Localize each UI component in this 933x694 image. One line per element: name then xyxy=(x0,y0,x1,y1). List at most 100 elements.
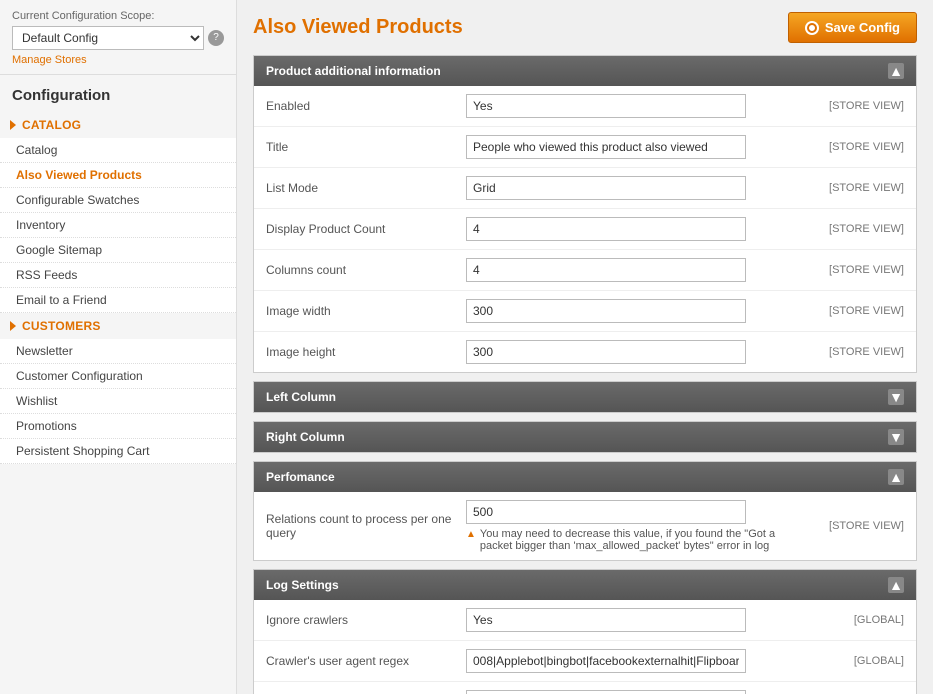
scope-select-wrap: Default Config ? xyxy=(12,26,224,50)
scope-label: Current Configuration Scope: xyxy=(12,10,224,22)
field-scope-product-additional-6: [STORE VIEW] xyxy=(804,346,904,358)
field-scope-product-additional-2: [STORE VIEW] xyxy=(804,182,904,194)
field-input-product-additional-6[interactable] xyxy=(466,340,746,364)
sidebar-item-configurable-swatches[interactable]: Configurable Swatches xyxy=(0,188,236,213)
section-toggle-left-column[interactable]: ▼ xyxy=(888,389,904,405)
field-input-product-additional-3[interactable] xyxy=(466,217,746,241)
section-performance: Perfomance▲Relations count to process pe… xyxy=(253,461,917,561)
table-row: Image height[STORE VIEW] xyxy=(254,332,916,372)
field-input-log-settings-1[interactable] xyxy=(466,649,746,673)
field-input-product-additional-1[interactable] xyxy=(466,135,746,159)
section-title-right-column: Right Column xyxy=(266,430,345,444)
field-label-log-settings-1: Crawler's user agent regex xyxy=(266,654,466,668)
sidebar-item-rss-feeds[interactable]: RSS Feeds xyxy=(0,263,236,288)
save-config-button[interactable]: Save Config xyxy=(788,12,917,43)
field-scope-product-additional-4: [STORE VIEW] xyxy=(804,264,904,276)
table-row: Ignore crawlers [GLOBAL] xyxy=(254,600,916,641)
section-title-log-settings: Log Settings xyxy=(266,578,339,592)
field-input-product-additional-4[interactable] xyxy=(466,258,746,282)
note-text: You may need to decrease this value, if … xyxy=(480,528,804,552)
sidebar-section-label-catalog: CATALOG xyxy=(22,118,81,132)
scope-select[interactable]: Default Config xyxy=(12,26,204,50)
section-body-performance: Relations count to process per one query… xyxy=(254,492,916,560)
field-value-log-settings-1 xyxy=(466,649,804,673)
field-value-product-additional-4 xyxy=(466,258,804,282)
field-label-product-additional-2: List Mode xyxy=(266,181,466,195)
sidebar-item-also-viewed[interactable]: Also Viewed Products xyxy=(0,163,236,188)
field-value-product-additional-1 xyxy=(466,135,804,159)
table-row: Title[STORE VIEW] xyxy=(254,127,916,168)
table-row: List Mode [STORE VIEW] xyxy=(254,168,916,209)
section-left-column: Left Column ▼ xyxy=(253,381,917,413)
section-right-column: Right Column ▼ xyxy=(253,421,917,453)
field-scope-product-additional-3: [STORE VIEW] xyxy=(804,223,904,235)
section-toggle-right-column[interactable]: ▼ xyxy=(888,429,904,445)
field-note-performance-0: ▲You may need to decrease this value, if… xyxy=(466,528,804,552)
sidebar-section-label-customers: CUSTOMERS xyxy=(22,319,101,333)
field-input-product-additional-0[interactable] xyxy=(466,94,746,118)
sidebar-item-email-friend[interactable]: Email to a Friend xyxy=(0,288,236,313)
table-row: Enabled[STORE VIEW] xyxy=(254,86,916,127)
field-scope-performance-0: [STORE VIEW] xyxy=(804,520,904,532)
table-row: Display Product Count [STORE VIEW] xyxy=(254,209,916,250)
main-header: Also Viewed Products Save Config xyxy=(237,0,933,55)
section-header-product-additional[interactable]: Product additional information ▲ xyxy=(254,56,916,86)
main-sections: Product additional information▲Enabled[S… xyxy=(237,55,933,694)
sidebar-item-newsletter[interactable]: Newsletter xyxy=(0,339,236,364)
field-label-product-additional-4: Columns count xyxy=(266,263,466,277)
field-value-product-additional-3 xyxy=(466,217,804,241)
field-label-product-additional-3: Display Product Count xyxy=(266,222,466,236)
main-content: Also Viewed Products Save Config Product… xyxy=(237,0,933,694)
scope-help-icon[interactable]: ? xyxy=(208,30,224,46)
field-input-product-additional-5[interactable] xyxy=(466,299,746,323)
field-scope-product-additional-5: [STORE VIEW] xyxy=(804,305,904,317)
section-toggle-product-additional[interactable]: ▲ xyxy=(888,63,904,79)
field-label-product-additional-0: Enabled xyxy=(266,99,466,113)
section-header-left-column[interactable]: Left Column ▼ xyxy=(254,382,916,412)
table-row: Crawler's user agent regex [GLOBAL] xyxy=(254,641,916,682)
sidebar-section-customers[interactable]: CUSTOMERS xyxy=(0,313,236,339)
sidebar-arrow-catalog xyxy=(10,120,16,130)
section-body-product-additional: Enabled[STORE VIEW]Title[STORE VIEW]List… xyxy=(254,86,916,372)
field-value-product-additional-0 xyxy=(466,94,804,118)
sidebar-arrow-customers xyxy=(10,321,16,331)
field-input-log-settings-2[interactable] xyxy=(466,690,746,694)
field-value-product-additional-6 xyxy=(466,340,804,364)
section-toggle-log-settings[interactable]: ▲ xyxy=(888,577,904,593)
section-header-performance[interactable]: Perfomance▲ xyxy=(254,462,916,492)
sidebar: Current Configuration Scope: Default Con… xyxy=(0,0,237,694)
field-label-product-additional-5: Image width xyxy=(266,304,466,318)
field-value-log-settings-0 xyxy=(466,608,804,632)
scope-box: Current Configuration Scope: Default Con… xyxy=(0,0,236,75)
save-icon xyxy=(805,21,819,35)
section-product-additional: Product additional information▲Enabled[S… xyxy=(253,55,917,373)
sidebar-item-catalog[interactable]: Catalog xyxy=(0,138,236,163)
field-label-log-settings-0: Ignore crawlers xyxy=(266,613,466,627)
field-scope-log-settings-0: [GLOBAL] xyxy=(804,614,904,626)
manage-stores-link[interactable]: Manage Stores xyxy=(12,54,87,66)
sidebar-item-wishlist[interactable]: Wishlist xyxy=(0,389,236,414)
sidebar-sections: CATALOG CatalogAlso Viewed ProductsConfig… xyxy=(0,112,236,464)
field-input-log-settings-0[interactable] xyxy=(466,608,746,632)
field-value-product-additional-2 xyxy=(466,176,804,200)
field-scope-log-settings-1: [GLOBAL] xyxy=(804,655,904,667)
page-title: Also Viewed Products xyxy=(253,16,463,39)
field-input-product-additional-2[interactable] xyxy=(466,176,746,200)
sidebar-item-persistent-cart[interactable]: Persistent Shopping Cart xyxy=(0,439,236,464)
field-label-performance-0: Relations count to process per one query xyxy=(266,512,466,540)
sidebar-section-catalog[interactable]: CATALOG xyxy=(0,112,236,138)
section-header-log-settings[interactable]: Log Settings ▲ xyxy=(254,570,916,600)
section-toggle-performance[interactable]: ▲ xyxy=(888,469,904,485)
table-row: Image width [STORE VIEW] xyxy=(254,291,916,332)
section-title-left-column: Left Column xyxy=(266,390,336,404)
section-title-product-additional: Product additional information xyxy=(266,64,441,78)
field-input-performance-0[interactable] xyxy=(466,500,746,524)
sidebar-item-google-sitemap[interactable]: Google Sitemap xyxy=(0,238,236,263)
sidebar-item-customer-config[interactable]: Customer Configuration xyxy=(0,364,236,389)
section-log-settings: Log Settings▲Ignore crawlers[GLOBAL]Craw… xyxy=(253,569,917,694)
sidebar-item-promotions[interactable]: Promotions xyxy=(0,414,236,439)
field-value-log-settings-2 xyxy=(466,690,804,694)
sidebar-item-inventory[interactable]: Inventory xyxy=(0,213,236,238)
table-row: Columns count [STORE VIEW] xyxy=(254,250,916,291)
section-header-right-column[interactable]: Right Column ▼ xyxy=(254,422,916,452)
